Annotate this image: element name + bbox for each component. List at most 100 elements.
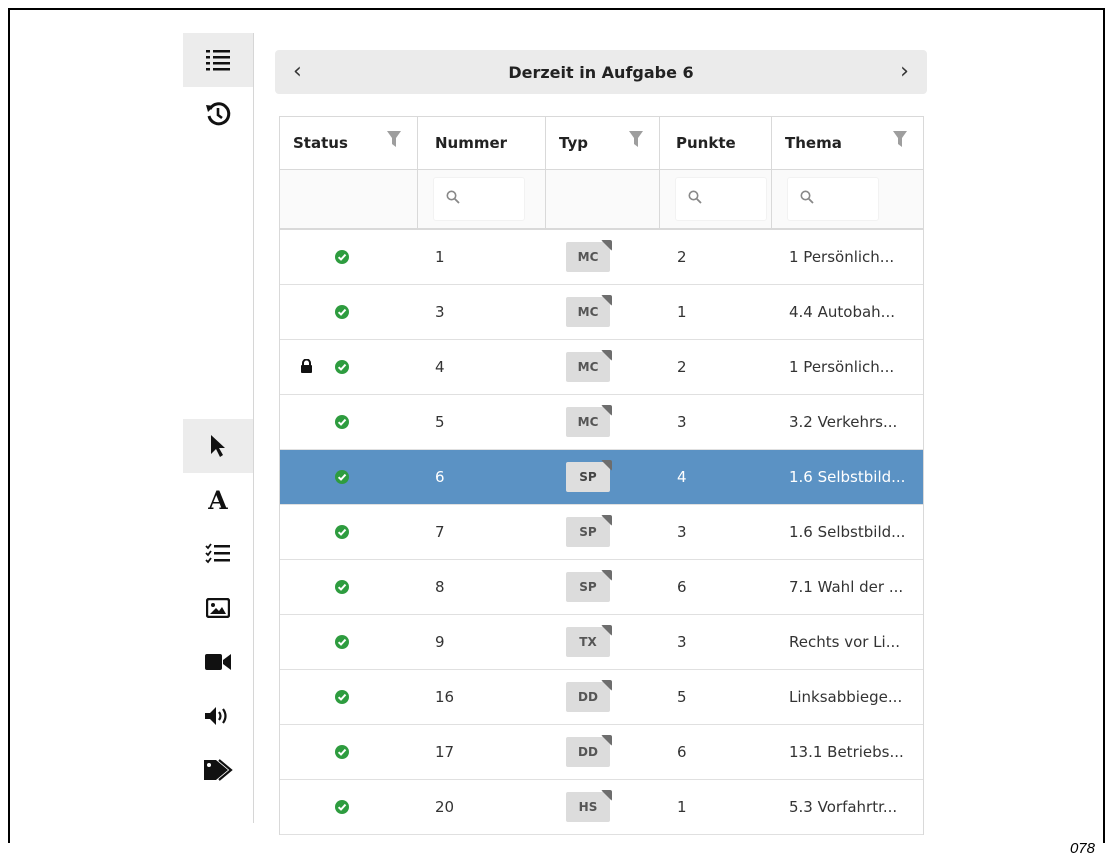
next-task-button[interactable]: › — [900, 61, 909, 83]
table-filter-row — [280, 170, 923, 230]
table-body: 1 MC 2 1 Persönlich... 3 MC 1 4.4 Autobah... 4 MC… — [280, 230, 923, 835]
text-button[interactable]: A — [183, 473, 253, 527]
table-row[interactable]: 5 MC 3 3.2 Verkehrs... — [280, 395, 923, 450]
typ-cell: DD — [546, 725, 660, 779]
search-icon — [688, 190, 702, 208]
pointer-icon — [209, 434, 227, 458]
filter-cell-punkte — [660, 170, 772, 228]
table-row[interactable]: 17 DD 6 13.1 Betriebs... — [280, 725, 923, 780]
type-badge: DD — [566, 682, 610, 712]
check-icon — [335, 525, 349, 543]
nummer-cell: 9 — [435, 633, 445, 651]
type-badge: SP — [566, 572, 610, 602]
search-icon — [800, 190, 814, 208]
nummer-cell: 7 — [435, 523, 445, 541]
column-header-status[interactable]: Status — [280, 117, 418, 169]
history-button[interactable] — [183, 87, 253, 141]
task-list-icon — [205, 49, 231, 71]
video-button[interactable] — [183, 635, 253, 689]
punkte-cell: 3 — [677, 413, 687, 431]
punkte-cell: 6 — [677, 743, 687, 761]
thema-cell: 7.1 Wahl der ... — [789, 578, 904, 596]
status-cell — [280, 670, 418, 724]
tags-button[interactable] — [183, 743, 253, 797]
check-icon — [335, 580, 349, 598]
search-input-punkte[interactable] — [675, 177, 767, 221]
check-icon — [335, 635, 349, 653]
column-header-nummer[interactable]: Nummer — [418, 117, 546, 169]
image-button[interactable] — [183, 581, 253, 635]
current-task-title: Derzeit in Aufgabe 6 — [508, 62, 694, 82]
page-number: 078 — [1069, 840, 1095, 857]
type-badge: SP — [566, 462, 610, 492]
type-badge: TX — [566, 627, 610, 657]
filter-icon[interactable] — [629, 131, 643, 149]
table-row[interactable]: 4 MC 2 1 Persönlich... — [280, 340, 923, 395]
thema-cell: Linksabbiege... — [789, 688, 903, 706]
nummer-cell: 1 — [435, 248, 445, 266]
status-cell — [280, 230, 418, 284]
table-row[interactable]: 1 MC 2 1 Persönlich... — [280, 230, 923, 285]
table-row[interactable]: 16 DD 5 Linksabbiege... — [280, 670, 923, 725]
typ-cell: MC — [546, 285, 660, 339]
type-badge: SP — [566, 517, 610, 547]
typ-cell: SP — [546, 450, 660, 504]
task-navigation-bar: ‹ Derzeit in Aufgabe 6 › — [275, 50, 927, 94]
type-badge: MC — [566, 352, 610, 382]
filter-cell-nummer — [418, 170, 546, 228]
table-row[interactable]: 9 TX 3 Rechts vor Li... — [280, 615, 923, 670]
table-row[interactable]: 8 SP 6 7.1 Wahl der ... — [280, 560, 923, 615]
search-icon — [446, 190, 460, 208]
table-row[interactable]: 6 SP 4 1.6 Selbstbild... — [280, 450, 923, 505]
column-header-punkte[interactable]: Punkte — [660, 117, 772, 169]
filter-cell-status — [280, 170, 418, 228]
table-row[interactable]: 3 MC 1 4.4 Autobah... — [280, 285, 923, 340]
table-row[interactable]: 20 HS 1 5.3 Vorfahrtr... — [280, 780, 923, 835]
checklist-button[interactable] — [183, 527, 253, 581]
typ-cell: TX — [546, 615, 660, 669]
search-input-nummer[interactable] — [433, 177, 525, 221]
task-panel: ‹ Derzeit in Aufgabe 6 › — [275, 50, 927, 94]
column-header-thema[interactable]: Thema — [772, 117, 923, 169]
punkte-cell: 2 — [677, 248, 687, 266]
history-icon — [205, 101, 231, 127]
audio-button[interactable] — [183, 689, 253, 743]
status-cell — [280, 615, 418, 669]
lock-icon — [300, 358, 313, 377]
nummer-cell: 20 — [435, 798, 455, 816]
nummer-cell: 3 — [435, 303, 445, 321]
audio-icon — [204, 705, 232, 727]
check-icon — [335, 800, 349, 818]
type-badge: HS — [566, 792, 610, 822]
status-cell — [280, 505, 418, 559]
filter-icon[interactable] — [893, 131, 907, 149]
check-icon — [335, 360, 349, 378]
typ-cell: MC — [546, 340, 660, 394]
filter-icon[interactable] — [387, 131, 401, 149]
typ-cell: MC — [546, 230, 660, 284]
status-cell — [280, 285, 418, 339]
punkte-cell: 4 — [677, 468, 687, 486]
pointer-button[interactable] — [183, 419, 253, 473]
table-row[interactable]: 7 SP 3 1.6 Selbstbild... — [280, 505, 923, 560]
task-table: Status Nummer Typ Punkte Thema 1 MC 2 1 Persönl… — [279, 116, 924, 835]
status-cell — [280, 560, 418, 614]
thema-cell: 1 Persönlich... — [789, 248, 895, 266]
search-input-thema[interactable] — [787, 177, 879, 221]
image-icon — [206, 598, 230, 618]
nummer-cell: 17 — [435, 743, 455, 761]
column-header-label: Nummer — [435, 134, 508, 152]
previous-task-button[interactable]: ‹ — [293, 61, 302, 83]
nummer-cell: 4 — [435, 358, 445, 376]
nummer-cell: 16 — [435, 688, 455, 706]
checklist-icon — [205, 543, 231, 565]
column-header-typ[interactable]: Typ — [546, 117, 660, 169]
punkte-cell: 1 — [677, 303, 687, 321]
text-icon: A — [208, 485, 228, 515]
check-icon — [335, 415, 349, 433]
filter-cell-typ — [546, 170, 660, 228]
type-badge: MC — [566, 242, 610, 272]
check-icon — [335, 305, 349, 323]
check-icon — [335, 690, 349, 708]
task-list-button[interactable] — [183, 33, 253, 87]
